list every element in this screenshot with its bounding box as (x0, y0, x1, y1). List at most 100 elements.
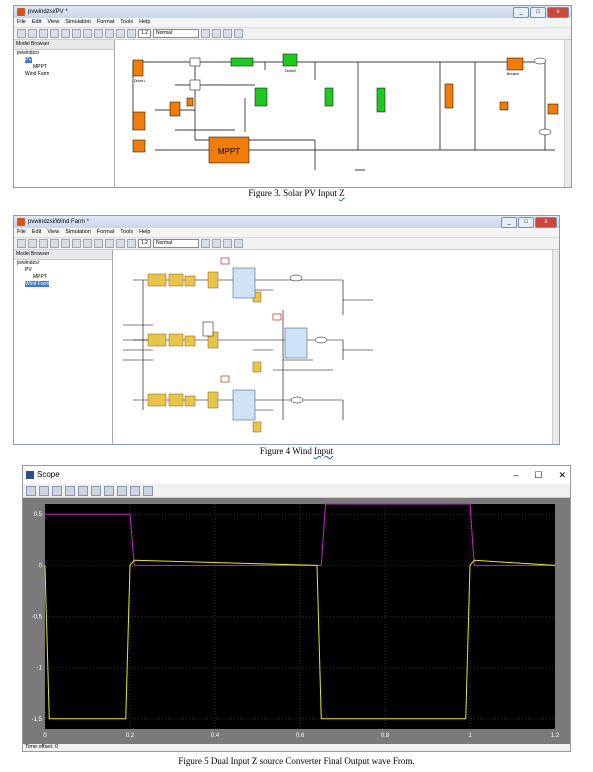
close-button[interactable]: x (535, 217, 557, 228)
menu-edit[interactable]: Edit (32, 18, 41, 27)
tree-item-mppt[interactable]: MPPT (17, 274, 112, 281)
menu-simulation[interactable]: Simulation (65, 18, 91, 27)
block-label-diode2: Diode2 (285, 69, 296, 73)
window-title: pvwindzsi/PV * (28, 9, 68, 15)
figure-4-caption-text: Figure 4 Wind (259, 446, 315, 456)
model-explorer-icon[interactable] (222, 29, 232, 38)
stop-icon[interactable] (127, 29, 136, 38)
y-tick-label: -1.5 (32, 717, 43, 723)
tree-item-root[interactable]: pvwindzsi (17, 260, 112, 267)
sim-mode-select[interactable]: Normal (152, 239, 199, 248)
menu-file[interactable]: File (17, 228, 26, 237)
paste-icon[interactable] (83, 29, 92, 38)
menu-file[interactable]: File (17, 18, 26, 27)
minimize-button[interactable]: – (513, 466, 518, 484)
x-tick-label: 0.2 (126, 733, 135, 739)
menu-help[interactable]: Help (139, 228, 150, 237)
sim-time-input[interactable]: 1.2 (138, 239, 151, 248)
restore-axes-icon[interactable] (117, 485, 127, 496)
stop-icon[interactable] (127, 239, 136, 248)
maximize-button[interactable]: ☐ (534, 466, 542, 484)
model-canvas-wind[interactable] (113, 250, 559, 444)
undo-icon[interactable] (94, 29, 103, 38)
y-tick-label: -0.5 (32, 615, 43, 621)
menu-view[interactable]: View (47, 18, 59, 27)
print-icon[interactable] (50, 239, 59, 248)
minimize-button[interactable]: _ (513, 7, 529, 18)
redo-icon[interactable] (105, 29, 114, 38)
build-icon[interactable] (200, 29, 210, 38)
model-canvas-pv[interactable]: MPPT Diode1 Diode2 Breaker (115, 40, 571, 187)
tree-item-wind-farm[interactable]: Wind Farm (17, 71, 114, 78)
model-tree: pvwindzsi PV MPPT Wind Farm (14, 260, 112, 288)
tree-item-pv[interactable]: PV (25, 57, 32, 63)
debug-icon[interactable] (233, 239, 243, 248)
menu-edit[interactable]: Edit (32, 228, 41, 237)
print-icon[interactable] (50, 29, 59, 38)
simulink-icon (17, 8, 25, 16)
menu-format[interactable]: Format (97, 18, 114, 27)
zoom-icon[interactable] (52, 485, 62, 496)
vertical-scrollbar[interactable] (564, 40, 571, 187)
signal-selection-icon[interactable] (143, 485, 153, 496)
simulink-window-pv: pvwindzsi/PV * _ □ x File Edit View Simula… (13, 5, 572, 188)
new-icon[interactable] (17, 29, 26, 38)
menu-tools[interactable]: Tools (120, 18, 133, 27)
time-offset-label: Time offset: (25, 744, 54, 750)
new-icon[interactable] (17, 239, 26, 248)
copy-icon[interactable] (72, 239, 81, 248)
redo-icon[interactable] (105, 239, 114, 248)
scope-window: Scope – ☐ ✕ 0 0.2 0.4 0.6 0.8 1 1.2 0.5 0 -0.5 -1 -1… (22, 465, 571, 752)
menu-format[interactable]: Format (97, 228, 114, 237)
tree-item-pv[interactable]: PV (17, 267, 112, 274)
autoscale-icon[interactable] (91, 485, 101, 496)
model-explorer-icon[interactable] (222, 239, 232, 248)
close-button[interactable]: x (547, 7, 569, 18)
zoom-y-icon[interactable] (78, 485, 88, 496)
window-title-bar: pvwindzsi/PV * _ □ x (14, 6, 571, 18)
print-icon[interactable] (26, 485, 36, 496)
scope-title-bar: Scope – ☐ ✕ (23, 466, 570, 484)
save-axes-icon[interactable] (104, 485, 114, 496)
cut-icon[interactable] (61, 239, 70, 248)
menu-tools[interactable]: Tools (120, 228, 133, 237)
menu-help[interactable]: Help (139, 18, 150, 27)
close-button[interactable]: ✕ (558, 466, 566, 484)
window-title-bar: pvwindzsi/Wind Farm * _ □ x (14, 216, 559, 228)
maximize-button[interactable]: □ (518, 217, 534, 228)
undo-icon[interactable] (94, 239, 103, 248)
menu-simulation[interactable]: Simulation (65, 228, 91, 237)
library-icon[interactable] (211, 239, 221, 248)
model-browser: Model Browser pvwindzsi PV MPPT Wind Far… (14, 250, 113, 444)
tree-item-wind-farm[interactable]: Wind Farm (25, 281, 50, 287)
cut-icon[interactable] (61, 29, 70, 38)
toolbar: 1.2 Normal (14, 28, 571, 40)
build-icon[interactable] (200, 239, 210, 248)
library-icon[interactable] (211, 29, 221, 38)
copy-icon[interactable] (72, 29, 81, 38)
open-icon[interactable] (28, 239, 37, 248)
minimize-button[interactable]: _ (501, 217, 517, 228)
menu-view[interactable]: View (47, 228, 59, 237)
tree-item-root[interactable]: pvwindzsi (17, 50, 114, 57)
save-icon[interactable] (39, 29, 48, 38)
vertical-scrollbar[interactable] (552, 250, 559, 444)
x-tick-label: 0.8 (381, 733, 390, 739)
open-icon[interactable] (28, 29, 37, 38)
run-icon[interactable] (116, 29, 125, 38)
sim-mode-select[interactable]: Normal (152, 29, 199, 38)
paste-icon[interactable] (83, 239, 92, 248)
model-browser: Model Browser pvwindzsi PV MPPT Wind Far… (14, 40, 115, 187)
pv-block-diagram: MPPT Diode1 Diode2 Breaker (132, 53, 559, 171)
zoom-x-icon[interactable] (65, 485, 75, 496)
run-icon[interactable] (116, 239, 125, 248)
sim-time-input[interactable]: 1.2 (138, 29, 151, 38)
window-title: pvwindzsi/Wind Farm * (28, 219, 90, 225)
debug-icon[interactable] (233, 29, 243, 38)
parameters-icon[interactable] (39, 485, 49, 496)
tree-item-mppt[interactable]: MPPT (17, 64, 114, 71)
x-tick-label: 0.6 (296, 733, 305, 739)
save-icon[interactable] (39, 239, 48, 248)
floating-scope-icon[interactable] (130, 485, 140, 496)
maximize-button[interactable]: □ (530, 7, 546, 18)
